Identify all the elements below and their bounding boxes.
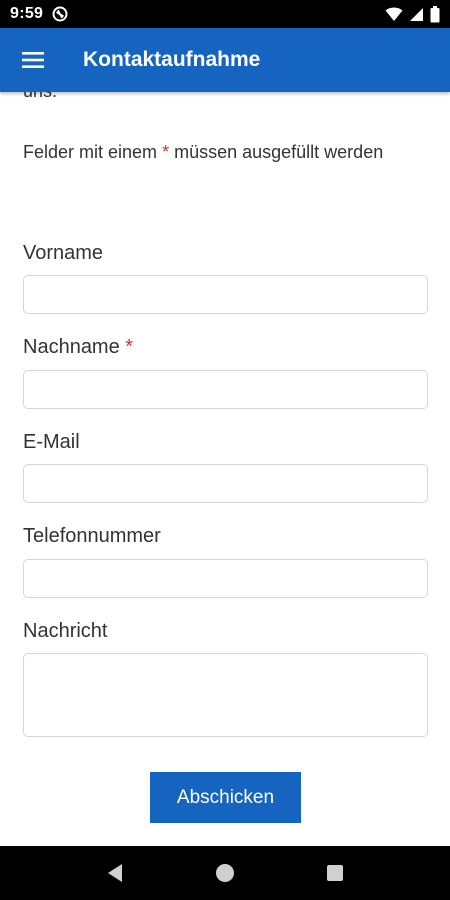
- email-label: E-Mail: [23, 431, 80, 453]
- last-name-input[interactable]: [23, 370, 428, 409]
- app-bar: Kontaktaufnahme: [0, 28, 450, 92]
- required-note-text-end: müssen ausgefüllt werden: [174, 142, 384, 162]
- message-textarea[interactable]: [23, 653, 428, 737]
- message-label: Nachricht: [23, 620, 108, 642]
- status-bar: 9:59: [0, 0, 450, 28]
- do-not-disturb-icon: [52, 6, 68, 22]
- first-name-label: Vorname: [23, 242, 104, 264]
- submit-button[interactable]: Abschicken: [150, 772, 301, 823]
- email-input[interactable]: [23, 464, 428, 503]
- screen: 9:59 Kontaktaufnahme Felder mit einem * …: [0, 0, 450, 900]
- intro-text-fragment: uns.: [23, 92, 57, 104]
- signal-icon: [409, 7, 424, 22]
- battery-icon: [430, 5, 440, 23]
- last-name-required-asterisk: *: [125, 336, 134, 358]
- recents-icon[interactable]: [315, 853, 355, 893]
- status-time: 9:59: [10, 5, 44, 22]
- back-icon[interactable]: [95, 853, 135, 893]
- first-name-input[interactable]: [23, 275, 428, 314]
- home-icon[interactable]: [205, 853, 245, 893]
- system-nav-bar: [0, 846, 450, 900]
- contact-form: uns. Felder mit einem * müssen ausgefüll…: [0, 92, 450, 846]
- wifi-icon: [385, 7, 403, 22]
- hamburger-menu-icon[interactable]: [0, 28, 66, 92]
- required-asterisk: *: [162, 142, 170, 162]
- required-note-text-start: Felder mit einem: [23, 142, 158, 162]
- app-title: Kontaktaufnahme: [83, 48, 261, 71]
- required-fields-note: Felder mit einem * müssen ausgefüllt wer…: [23, 138, 423, 166]
- phone-input[interactable]: [23, 559, 428, 598]
- status-icons: [385, 5, 440, 23]
- last-name-label-group: Nachname *: [23, 335, 133, 359]
- last-name-label: Nachname: [23, 336, 120, 358]
- phone-label: Telefonnummer: [23, 525, 161, 547]
